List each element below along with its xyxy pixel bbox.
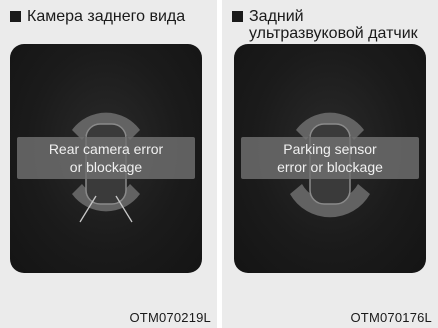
error-message-box: Rear camera error or blockage <box>17 137 195 179</box>
error-message-line-2: error or blockage <box>277 159 383 175</box>
display-screen: Rear camera error or blockage <box>10 44 202 273</box>
caption-text: Задний ультразвуковой датчик <box>249 8 418 42</box>
error-message-line-1: Rear camera error <box>48 141 164 157</box>
caption-text: Камера заднего вида <box>27 8 186 25</box>
display-screen: Parking sensor error or blockage <box>234 44 426 273</box>
figure-code: OTM070219L <box>129 310 211 325</box>
parking-sensor-panel: Задний ультразвуковой датчик Parking sen… <box>222 0 438 328</box>
error-message-box: Parking sensor error or blockage <box>241 137 419 179</box>
figure-code: OTM070176L <box>350 310 432 325</box>
error-message-line-1: Parking sensor <box>283 141 377 157</box>
error-message-line-2: or blockage <box>69 159 143 175</box>
rear-camera-panel: Камера заднего вида Rear camera error or… <box>0 0 217 328</box>
bullet-square-icon <box>232 11 243 22</box>
bullet-square-icon <box>10 11 21 22</box>
